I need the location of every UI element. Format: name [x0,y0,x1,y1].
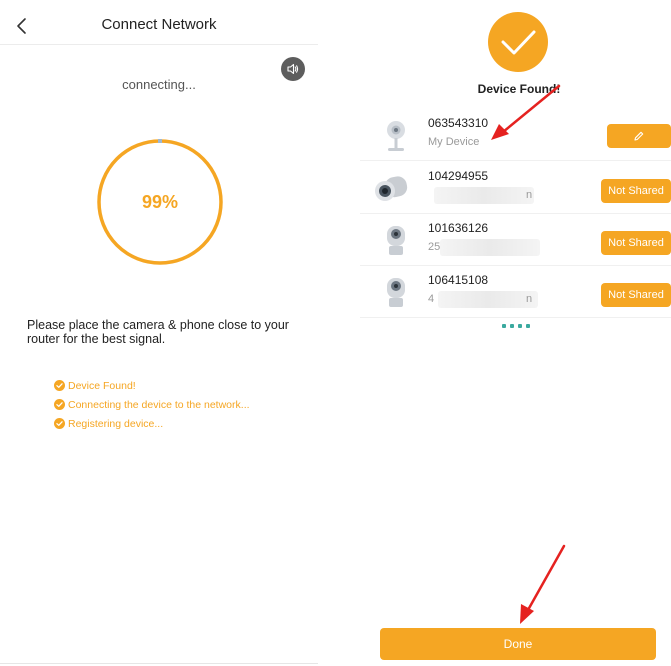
edit-name-button[interactable] [607,124,671,148]
device-name: My Device [428,136,480,148]
bottom-divider [0,663,318,664]
device-name-fragment: 25 [428,241,441,253]
step-item: Connecting the device to the network... [54,395,314,414]
device-id: 101636126 [428,221,489,235]
done-button[interactable]: Done [380,628,656,660]
indicator-dot [502,324,506,328]
success-check-icon [488,12,548,72]
not-shared-button[interactable]: Not Shared [601,231,671,255]
dome-camera-icon [387,278,405,307]
indicator-dot [510,324,514,328]
check-circle-icon [54,399,65,410]
annotation-arrow [491,84,561,140]
pencil-icon [634,131,644,141]
redacted-info [440,239,540,256]
step-item: Registering device... [54,414,314,433]
check-circle-icon [54,380,65,391]
step-label: Connecting the device to the network... [68,398,250,411]
device-row[interactable]: 106415108 4 n Not Shared [360,265,671,317]
indicator-dot [518,324,522,328]
device-id: 106415108 [428,273,489,287]
bullet-camera-icon [375,176,408,201]
header-divider [0,44,318,45]
device-id: 063543310 [428,116,489,130]
connect-network-screen: Connect Network connecting... 99% Please… [0,0,318,666]
step-label: Registering device... [68,417,164,430]
device-row[interactable]: 101636126 25 Not Shared [360,213,671,265]
check-circle-icon [54,418,65,429]
scroll-indicator [502,324,530,328]
not-shared-button[interactable]: Not Shared [601,179,671,203]
device-id: 104294955 [428,169,489,183]
page-title: Connect Network [101,16,217,33]
annotation-arrow [520,544,566,624]
device-found-screen: Device Found! 063543310 My Device 104294… [360,0,671,666]
device-name-fragment: 4 [428,293,435,305]
placement-hint: Please place the camera & phone close to… [27,318,289,346]
device-name-fragment: n [526,293,533,305]
step-label: Device Found! [68,379,136,392]
redacted-info [438,291,538,308]
speaker-icon [287,63,299,75]
row-divider [360,317,671,318]
device-name-fragment: n [526,189,533,201]
connection-status: connecting... [122,77,196,92]
indicator-dot [526,324,530,328]
not-shared-button[interactable]: Not Shared [601,283,671,307]
sound-toggle-button[interactable] [281,57,305,81]
dome-camera-icon [387,226,405,255]
device-row[interactable]: 063543310 My Device [360,84,671,160]
device-row[interactable]: 104294955 n Not Shared [360,161,671,213]
camera-device-icon [387,121,405,151]
redacted-info [434,187,534,204]
progress-percentage: 99% [141,191,179,212]
connection-steps: Device Found! Connecting the device to t… [54,376,314,433]
step-item: Device Found! [54,376,314,395]
